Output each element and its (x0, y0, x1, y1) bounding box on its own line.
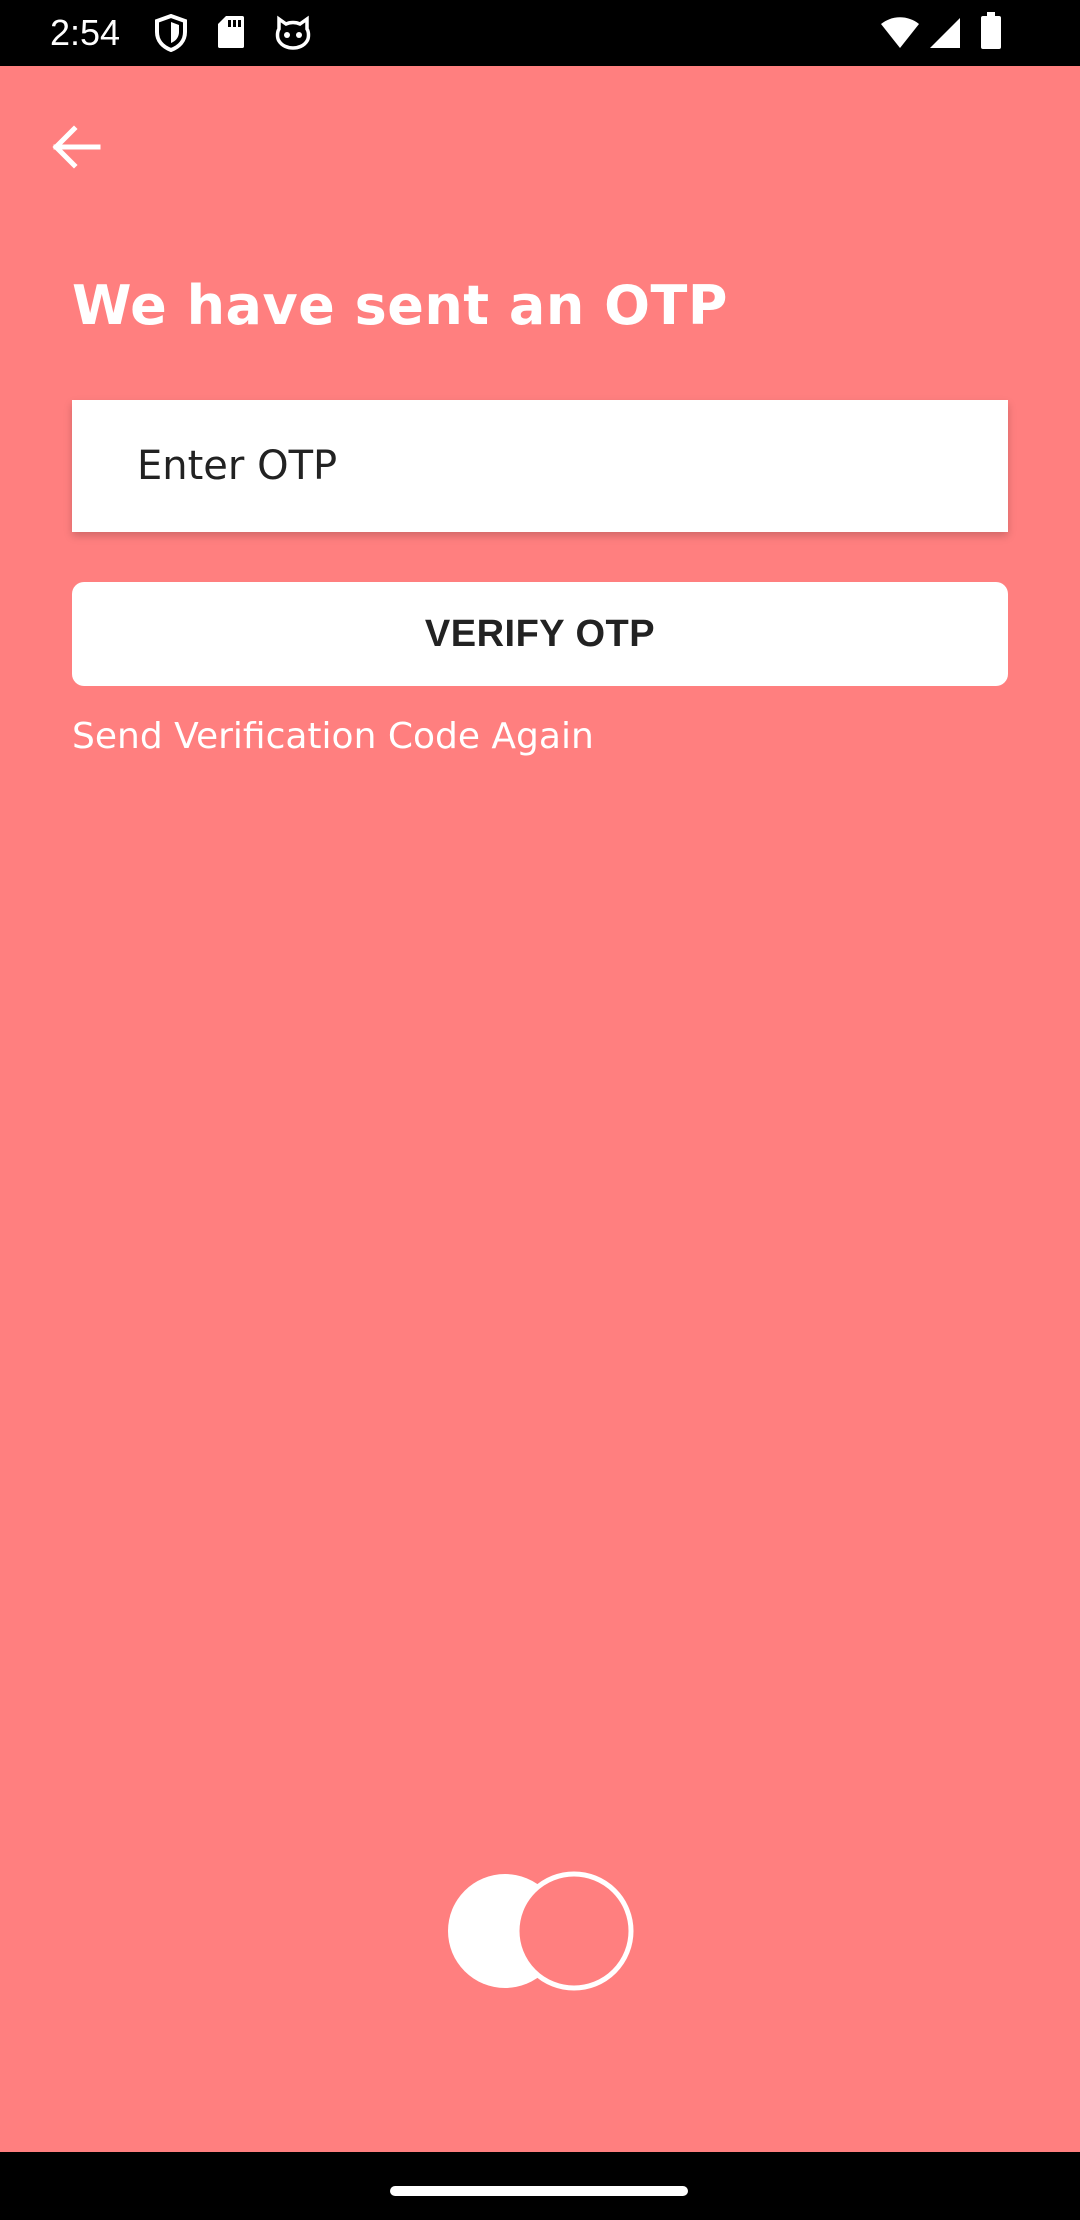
verify-otp-button[interactable]: VERIFY OTP (72, 582, 1008, 686)
page-title: We have sent an OTP (72, 274, 728, 337)
resend-code-link[interactable]: Send Verification Code Again (72, 716, 594, 757)
wifi-icon (880, 16, 920, 50)
arrow-left-icon (52, 125, 101, 169)
battery-icon (980, 12, 1002, 50)
back-button[interactable] (40, 110, 114, 184)
status-bar: 2:54 (0, 0, 1080, 66)
home-gesture-handle[interactable] (390, 2186, 688, 2196)
shield-icon (154, 14, 188, 52)
navigation-bar (0, 2152, 1080, 2220)
otp-screen: We have sent an OTP VERIFY OTP Send Veri… (0, 66, 1080, 2152)
otp-input[interactable] (72, 400, 1008, 532)
loading-circles-icon (446, 1868, 636, 1994)
signal-icon (928, 16, 962, 50)
status-time: 2:54 (50, 12, 121, 53)
cat-face-icon (274, 14, 312, 50)
sd-card-icon (216, 14, 246, 50)
